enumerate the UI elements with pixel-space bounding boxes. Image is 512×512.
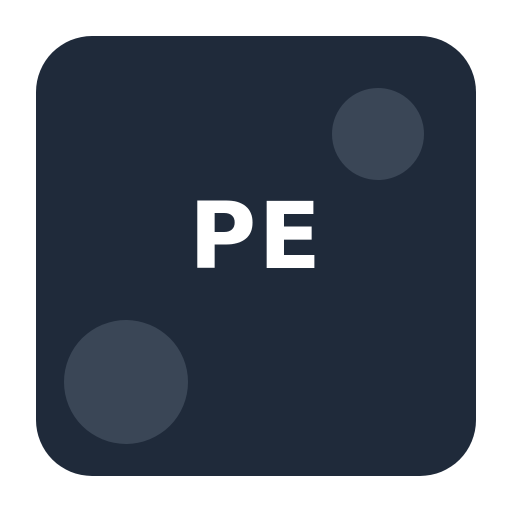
canvas: PE <box>0 0 512 512</box>
app-icon-tile[interactable]: PE <box>36 36 476 476</box>
decorative-circle-bottom-left <box>64 320 188 444</box>
decorative-circle-top-right <box>332 88 424 180</box>
app-monogram-label: PE <box>188 183 324 290</box>
